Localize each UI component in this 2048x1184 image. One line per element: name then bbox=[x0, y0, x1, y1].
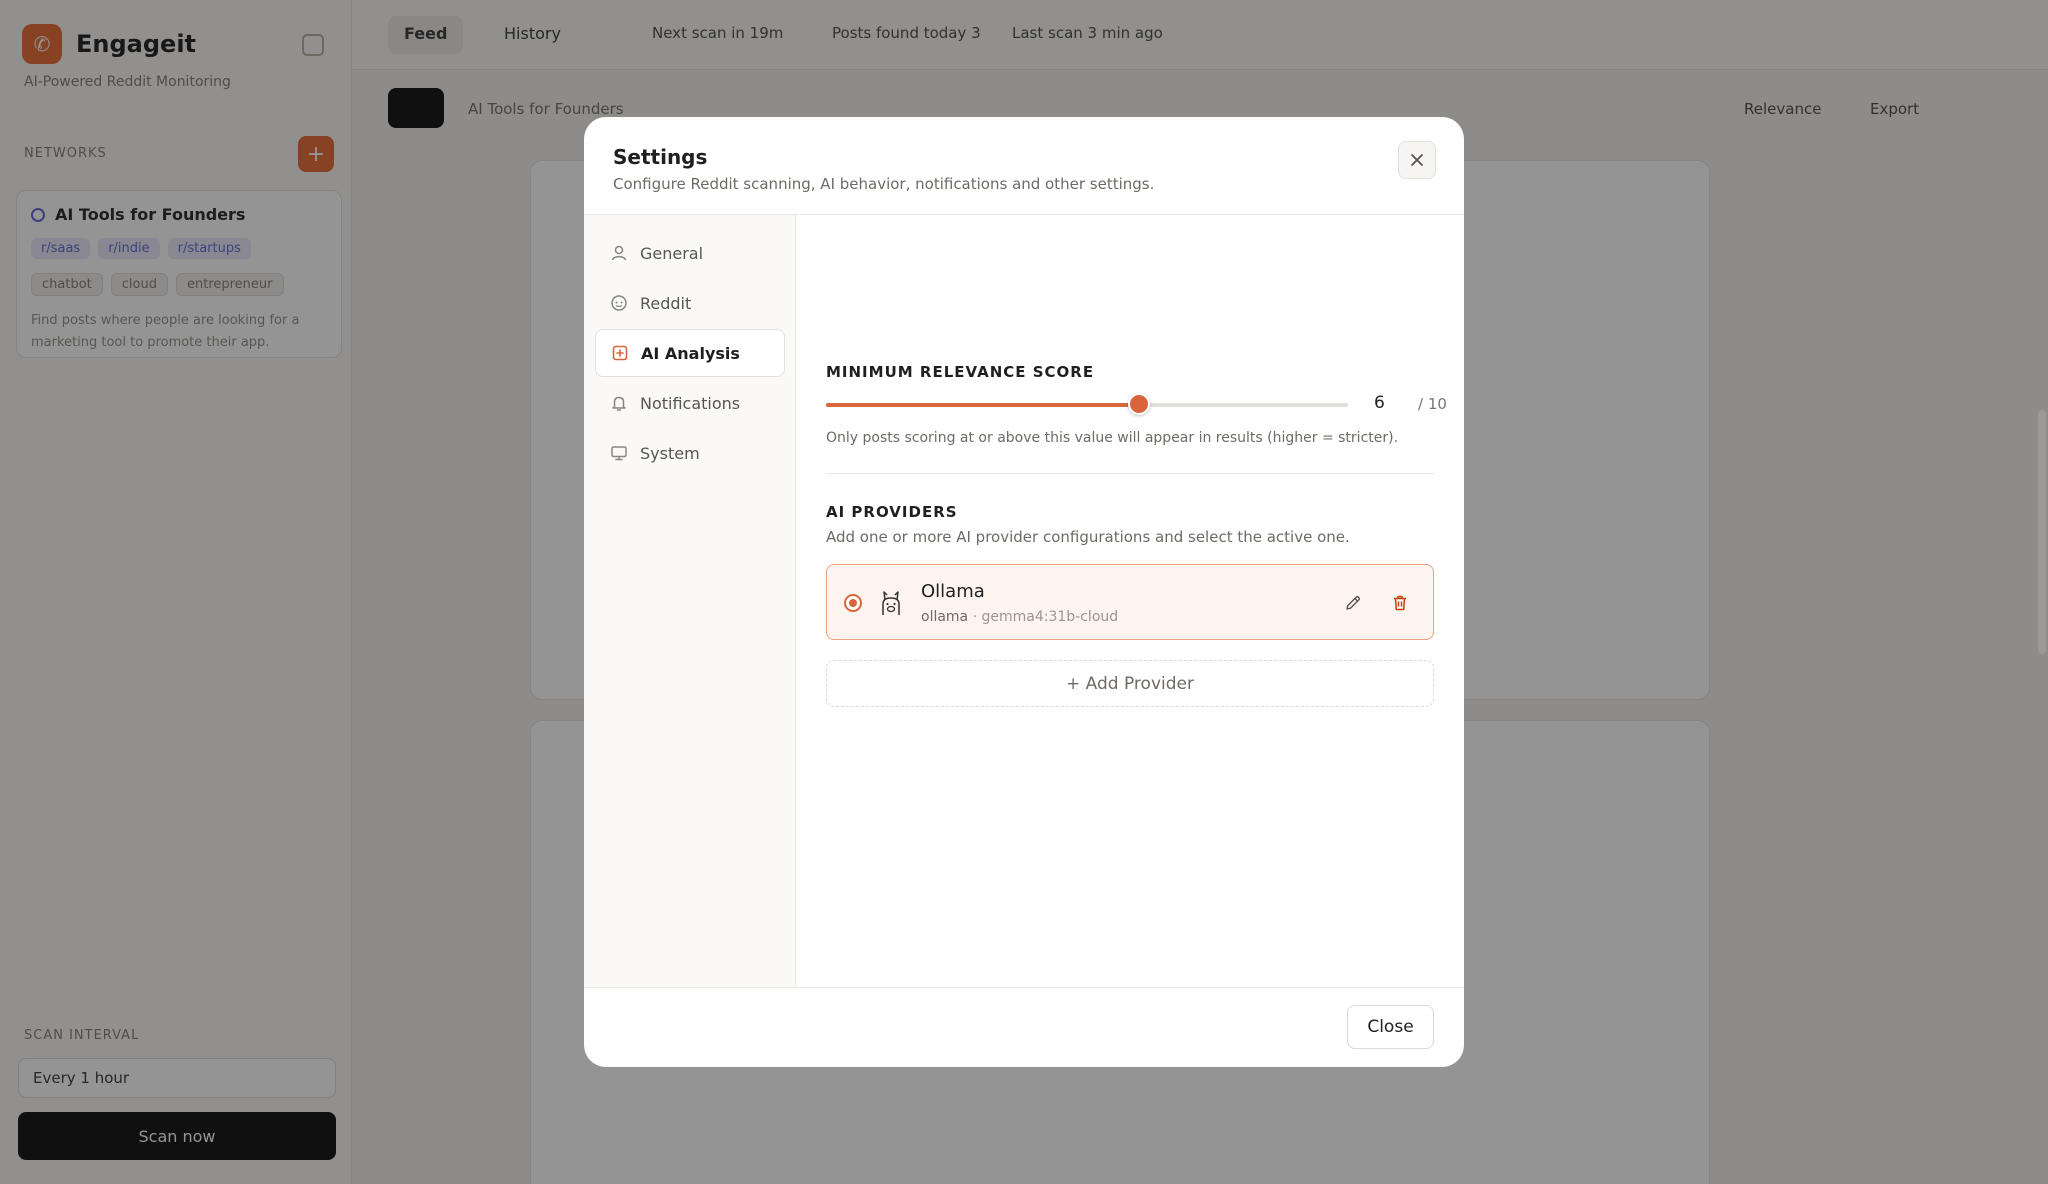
relevance-heading: MINIMUM RELEVANCE SCORE bbox=[826, 363, 1095, 381]
reddit-icon bbox=[611, 295, 627, 311]
provider-model: gemma4:31b-cloud bbox=[981, 609, 1119, 625]
provider-type: ollama bbox=[921, 609, 969, 625]
providers-heading: AI PROVIDERS bbox=[826, 503, 958, 521]
nav-item-system[interactable]: System bbox=[595, 429, 785, 477]
nav-item-label: System bbox=[640, 443, 700, 463]
provider-card[interactable]: Ollama ollama · gemma4:31b-cloud bbox=[826, 564, 1434, 640]
bell-icon bbox=[612, 396, 626, 411]
modal-header: Settings Configure Reddit scanning, AI b… bbox=[584, 117, 1464, 215]
providers-help: Add one or more AI provider configuratio… bbox=[826, 528, 1350, 546]
relevance-help: Only posts scoring at or above this valu… bbox=[826, 430, 1399, 446]
llama-icon bbox=[882, 591, 900, 615]
settings-nav: General Reddit AI Analysis Notifications… bbox=[584, 215, 796, 987]
nav-item-label: Notifications bbox=[640, 393, 741, 413]
provider-name: Ollama bbox=[921, 581, 985, 602]
provider-active-radio[interactable] bbox=[844, 594, 862, 612]
user-icon bbox=[611, 245, 627, 261]
edit-provider-button[interactable] bbox=[1339, 589, 1367, 617]
settings-content: MINIMUM RELEVANCE SCORE 6 / 10 Only post… bbox=[796, 215, 1464, 987]
relevance-value: 6 bbox=[1374, 393, 1385, 413]
nav-item-ai-analysis[interactable]: AI Analysis bbox=[595, 329, 785, 377]
settings-modal: Settings Configure Reddit scanning, AI b… bbox=[584, 117, 1464, 1067]
trash-icon bbox=[1394, 595, 1406, 611]
nav-item-label: General bbox=[640, 243, 704, 263]
nav-item-notifications[interactable]: Notifications bbox=[595, 379, 785, 427]
close-button[interactable]: Close bbox=[1347, 1005, 1434, 1049]
nav-item-reddit[interactable]: Reddit bbox=[595, 279, 785, 327]
add-provider-button[interactable]: + Add Provider bbox=[826, 660, 1434, 707]
close-icon-button[interactable] bbox=[1398, 141, 1436, 179]
modal-subtitle: Configure Reddit scanning, AI behavior, … bbox=[613, 175, 1155, 193]
ai-icon bbox=[612, 345, 628, 361]
relevance-slider-handle[interactable] bbox=[1128, 393, 1151, 415]
modal-footer: Close bbox=[584, 987, 1464, 1067]
provider-separator: · bbox=[968, 609, 982, 625]
nav-item-label: Reddit bbox=[640, 293, 692, 313]
section-divider bbox=[826, 473, 1434, 474]
delete-provider-button[interactable] bbox=[1386, 589, 1414, 617]
monitor-icon bbox=[611, 446, 627, 461]
relevance-slider[interactable] bbox=[826, 393, 1348, 415]
nav-item-label: AI Analysis bbox=[641, 343, 740, 363]
relevance-max: / 10 bbox=[1418, 395, 1447, 413]
modal-title: Settings bbox=[613, 145, 708, 169]
provider-meta: ollama · gemma4:31b-cloud bbox=[921, 609, 1118, 625]
nav-item-general[interactable]: General bbox=[595, 229, 785, 277]
page-scrollbar[interactable] bbox=[2038, 410, 2046, 654]
pencil-icon bbox=[1346, 595, 1361, 610]
close-icon bbox=[1411, 154, 1423, 166]
relevance-slider-fill bbox=[826, 403, 1140, 407]
